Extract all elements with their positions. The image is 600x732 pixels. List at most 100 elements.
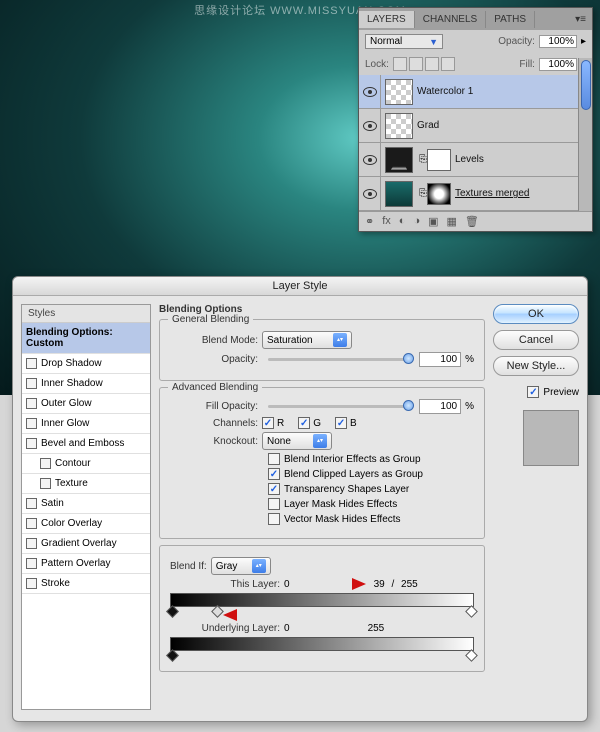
tab-layers[interactable]: LAYERS xyxy=(359,11,415,28)
style-label: Blending Options: Custom xyxy=(26,327,146,349)
cancel-button[interactable]: Cancel xyxy=(493,330,579,350)
layer-row[interactable]: ⎘ Levels xyxy=(359,143,592,177)
layer-blend-mode-select[interactable]: Normal▼ xyxy=(365,34,443,49)
layers-scrollbar[interactable] xyxy=(578,58,592,211)
layer-mask-thumbnail[interactable] xyxy=(427,183,451,205)
scrollbar-thumb[interactable] xyxy=(581,60,591,110)
adjustment-thumbnail[interactable] xyxy=(385,147,413,173)
style-checkbox[interactable] xyxy=(26,538,37,549)
link-icon: ⎘ xyxy=(419,188,427,199)
lock-all-icon[interactable] xyxy=(441,57,455,71)
style-item[interactable]: Contour xyxy=(22,454,150,474)
layer-thumbnail[interactable] xyxy=(385,113,413,139)
group-icon[interactable]: ▣ xyxy=(428,215,438,228)
layer-name[interactable]: Grad xyxy=(417,120,439,131)
advanced-checkbox[interactable] xyxy=(268,513,280,525)
advanced-checkbox[interactable] xyxy=(268,453,280,465)
underlying-gradient[interactable] xyxy=(170,637,474,651)
slider-knob[interactable] xyxy=(403,400,414,411)
layer-name[interactable]: Textures merged xyxy=(455,188,529,199)
opacity-field[interactable] xyxy=(419,352,461,367)
mask-icon[interactable]: ◐ xyxy=(399,215,406,228)
link-layers-icon[interactable]: ⚭ xyxy=(365,215,374,228)
preview-label: Preview xyxy=(543,387,579,398)
trash-icon[interactable]: 🗑 xyxy=(465,215,479,228)
style-label: Outer Glow xyxy=(41,398,92,409)
dialog-buttons: OK Cancel New Style... Preview xyxy=(493,304,579,710)
visibility-toggle[interactable] xyxy=(359,75,381,108)
channel-g-checkbox[interactable] xyxy=(298,417,310,429)
style-item[interactable]: Bevel and Emboss xyxy=(22,434,150,454)
style-label: Drop Shadow xyxy=(41,358,102,369)
tab-channels[interactable]: CHANNELS xyxy=(415,11,486,28)
style-checkbox[interactable] xyxy=(26,438,37,449)
layer-name[interactable]: Levels xyxy=(455,154,484,165)
lock-pixels-icon[interactable] xyxy=(409,57,423,71)
advanced-checkbox[interactable] xyxy=(268,498,280,510)
style-item[interactable]: Texture xyxy=(22,474,150,494)
fill-input[interactable]: 100% xyxy=(539,58,577,71)
style-item[interactable]: Gradient Overlay xyxy=(22,534,150,554)
fill-opacity-label: Fill Opacity: xyxy=(170,401,258,412)
advanced-checkbox[interactable] xyxy=(268,468,280,480)
new-layer-icon[interactable]: ▦ xyxy=(447,215,457,228)
style-checkbox[interactable] xyxy=(26,578,37,589)
adjustment-icon[interactable]: ◑ xyxy=(413,215,420,228)
style-checkbox[interactable] xyxy=(26,398,37,409)
style-checkbox[interactable] xyxy=(26,378,37,389)
style-item[interactable]: Blending Options: Custom xyxy=(22,323,150,354)
style-item[interactable]: Pattern Overlay xyxy=(22,554,150,574)
layer-thumbnail[interactable] xyxy=(385,79,413,105)
preview-toggle[interactable]: Preview xyxy=(493,386,579,398)
layer-row[interactable]: ⎘ Textures merged xyxy=(359,177,592,211)
knockout-select[interactable]: None▴▾ xyxy=(262,432,332,450)
layer-row[interactable]: Grad xyxy=(359,109,592,143)
opacity-arrow-icon[interactable]: ▸ xyxy=(581,36,586,47)
layer-row[interactable]: Watercolor 1 xyxy=(359,75,592,109)
blend-mode-select[interactable]: Saturation▴▾ xyxy=(262,331,352,349)
style-checkbox[interactable] xyxy=(40,478,51,489)
panel-menu-icon[interactable]: ▾≡ xyxy=(569,14,592,25)
visibility-toggle[interactable] xyxy=(359,109,381,142)
style-item[interactable]: Stroke xyxy=(22,574,150,594)
layer-name[interactable]: Watercolor 1 xyxy=(417,86,473,97)
style-checkbox[interactable] xyxy=(26,418,37,429)
opacity-label: Opacity: xyxy=(498,36,535,47)
ok-button[interactable]: OK xyxy=(493,304,579,324)
fx-icon[interactable]: fx xyxy=(382,215,391,228)
advanced-checkbox[interactable] xyxy=(268,483,280,495)
layer-thumbnail[interactable] xyxy=(385,181,413,207)
fill-opacity-field[interactable] xyxy=(419,399,461,414)
style-label: Stroke xyxy=(41,578,70,589)
channel-b-checkbox[interactable] xyxy=(335,417,347,429)
this-layer-gradient[interactable] xyxy=(170,593,474,607)
new-style-button[interactable]: New Style... xyxy=(493,356,579,376)
fill-opacity-slider[interactable] xyxy=(268,405,409,408)
opacity-input[interactable]: 100% xyxy=(539,35,577,48)
opacity-slider[interactable] xyxy=(268,358,409,361)
tab-paths[interactable]: PATHS xyxy=(486,11,535,28)
lock-position-icon[interactable] xyxy=(425,57,439,71)
style-item[interactable]: Drop Shadow xyxy=(22,354,150,374)
style-item[interactable]: Outer Glow xyxy=(22,394,150,414)
style-label: Satin xyxy=(41,498,64,509)
styles-header: Styles xyxy=(22,305,150,323)
style-checkbox[interactable] xyxy=(40,458,51,469)
preview-checkbox[interactable] xyxy=(527,386,539,398)
blendif-select[interactable]: Gray▴▾ xyxy=(211,557,271,575)
style-checkbox[interactable] xyxy=(26,358,37,369)
channel-r-checkbox[interactable] xyxy=(262,417,274,429)
layer-mask-thumbnail[interactable] xyxy=(427,149,451,171)
style-checkbox[interactable] xyxy=(26,518,37,529)
style-checkbox[interactable] xyxy=(26,498,37,509)
lock-transparency-icon[interactable] xyxy=(393,57,407,71)
style-item[interactable]: Satin xyxy=(22,494,150,514)
visibility-toggle[interactable] xyxy=(359,143,381,176)
style-item[interactable]: Inner Shadow xyxy=(22,374,150,394)
style-item[interactable]: Color Overlay xyxy=(22,514,150,534)
style-item[interactable]: Inner Glow xyxy=(22,414,150,434)
slider-knob[interactable] xyxy=(403,353,414,364)
advanced-option-label: Blend Interior Effects as Group xyxy=(284,454,421,465)
visibility-toggle[interactable] xyxy=(359,177,381,210)
style-checkbox[interactable] xyxy=(26,558,37,569)
